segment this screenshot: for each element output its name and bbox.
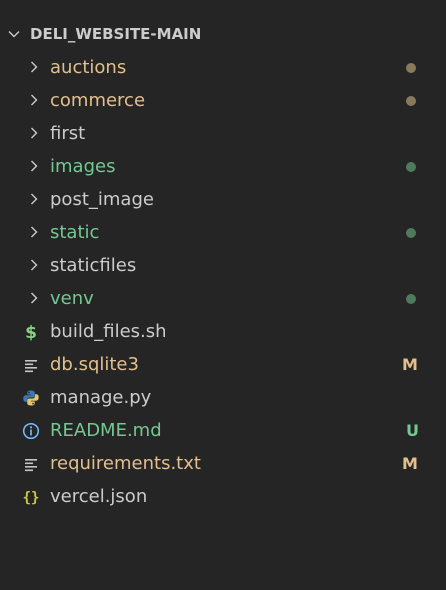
tree-item-post-image[interactable]: post_image (0, 183, 446, 216)
python-icon (23, 390, 39, 406)
chevron-down-icon (8, 31, 20, 38)
tree-item-db-sqlite3[interactable]: db.sqlite3 M (0, 348, 446, 381)
tree-item-label: auctions (50, 57, 127, 78)
lines-icon (25, 459, 37, 472)
workspace-title: DELI_WEBSITE-MAIN (30, 25, 202, 43)
tree-item-staticfiles[interactable]: staticfiles (0, 249, 446, 282)
tree-item-auctions[interactable]: auctions (0, 51, 446, 84)
tree-item-label: images (50, 156, 116, 177)
git-status-badge: M (402, 454, 418, 473)
tree-item-label: first (50, 123, 86, 144)
untracked-indicator (406, 294, 416, 304)
tree-item-build-files[interactable]: $ build_files.sh (0, 315, 446, 348)
info-icon (22, 422, 40, 440)
tree-item-vercel-json[interactable]: {} vercel.json (0, 480, 446, 513)
git-status-badge: U (406, 421, 419, 440)
tree-item-label: venv (50, 288, 94, 309)
chevron-right-icon (31, 226, 38, 238)
tree-item-commerce[interactable]: commerce (0, 84, 446, 117)
chevron-right-icon (31, 127, 38, 139)
svg-text:$: $ (25, 323, 37, 341)
chevron-right-icon (31, 292, 38, 304)
svg-text:{}: {} (23, 490, 40, 506)
modified-indicator (406, 63, 416, 73)
tree-item-manage-py[interactable]: manage.py (0, 381, 446, 414)
tree-item-label: post_image (50, 189, 154, 210)
tree-item-label: static (50, 222, 100, 243)
tree-item-images[interactable]: images (0, 150, 446, 183)
tree-item-label: vercel.json (50, 486, 148, 507)
dollar-icon: $ (25, 323, 37, 341)
chevron-right-icon (31, 61, 38, 73)
tree-item-label: build_files.sh (50, 321, 167, 342)
chevron-right-icon (31, 259, 38, 271)
tree-item-label: staticfiles (50, 255, 137, 276)
file-explorer: DELI_WEBSITE-MAIN auctions commerce firs… (0, 0, 446, 590)
tree-item-label: manage.py (50, 387, 152, 408)
git-status-badge: M (402, 355, 418, 374)
tree-item-readme[interactable]: README.md U (0, 414, 446, 447)
tree-item-label: requirements.txt (50, 453, 201, 474)
tree-item-first[interactable]: first (0, 117, 446, 150)
modified-indicator (406, 96, 416, 106)
tree-item-label: db.sqlite3 (50, 354, 139, 375)
chevron-right-icon (31, 94, 38, 106)
tree-item-requirements[interactable]: requirements.txt M (0, 447, 446, 480)
braces-icon: {} (23, 490, 40, 506)
tree-item-label: README.md (50, 420, 162, 441)
tree-item-static[interactable]: static (0, 216, 446, 249)
lines-icon (25, 360, 37, 373)
untracked-indicator (406, 228, 416, 238)
tree-item-venv[interactable]: venv (0, 282, 446, 315)
chevron-right-icon (31, 160, 38, 172)
tree-item-label: commerce (50, 90, 146, 111)
workspace-header[interactable]: DELI_WEBSITE-MAIN (0, 20, 446, 48)
untracked-indicator (406, 162, 416, 172)
chevron-right-icon (31, 193, 38, 205)
